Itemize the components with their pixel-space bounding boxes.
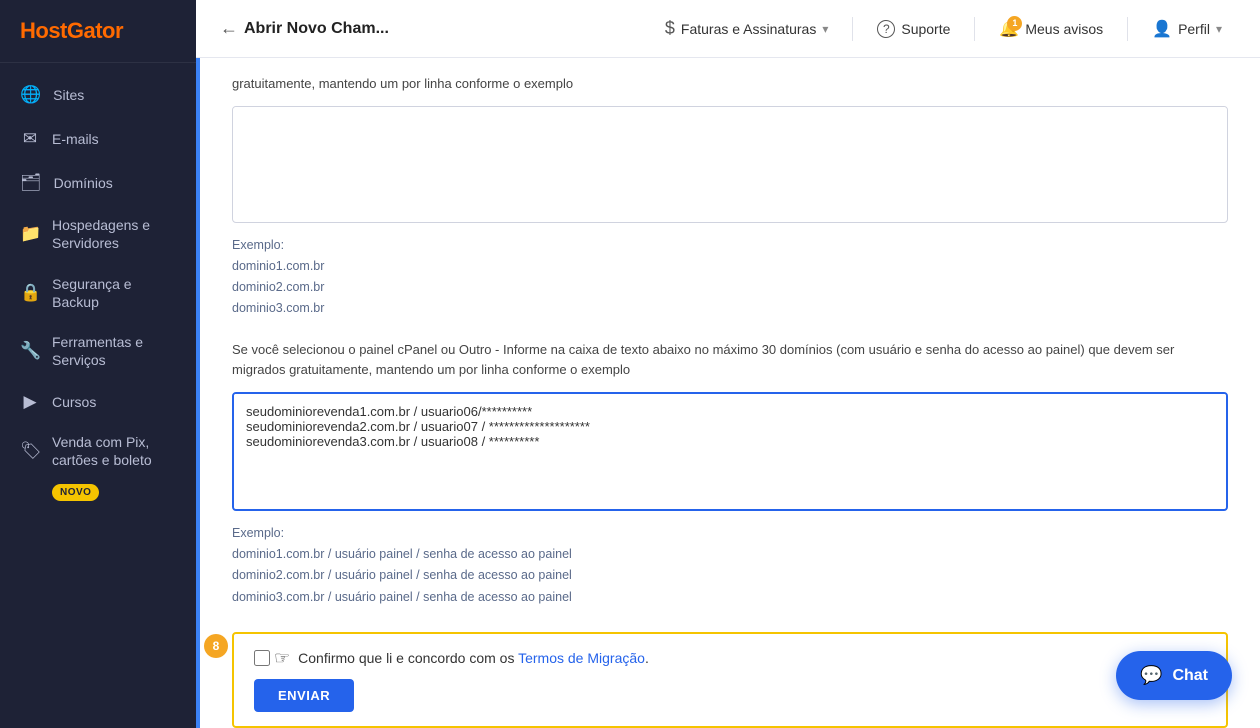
sidebar-label-emails: E-mails xyxy=(52,130,99,148)
agree-checkbox[interactable] xyxy=(254,650,270,666)
sidebar-item-dominios[interactable]: 🗂 Domínios xyxy=(0,161,196,205)
back-button[interactable]: ← Abrir Novo Cham... xyxy=(220,18,389,39)
cursor-icon: ☞ xyxy=(274,648,290,669)
nav-divider-3 xyxy=(1127,17,1128,41)
textarea1-wrapper xyxy=(232,106,1228,223)
novo-badge: NOVO xyxy=(52,484,99,501)
checkbox-label[interactable]: Confirmo que li e concordo com os Termos… xyxy=(298,650,649,666)
sidebar-item-venda[interactable]: 🏷 Venda com Pix, cartões e boleto NOVO xyxy=(0,425,196,505)
sidebar-label-ferramentas: Ferramentas e Serviços xyxy=(52,333,176,369)
example2-block: Exemplo: dominio1.com.br / usuário paine… xyxy=(232,523,1228,608)
nav-faturas-label: Faturas e Assinaturas xyxy=(681,21,816,37)
termos-link[interactable]: Termos de Migração xyxy=(518,650,645,666)
main-content: ← Abrir Novo Cham... $ Faturas e Assinat… xyxy=(196,0,1260,728)
bell-icon: 🔔 1 xyxy=(999,19,1019,39)
nav-divider-2 xyxy=(974,17,975,41)
chat-label: Chat xyxy=(1172,667,1208,685)
checkbox-text-after: . xyxy=(645,650,649,666)
sidebar-item-sites[interactable]: 🌐 Sites xyxy=(0,73,196,117)
back-arrow-icon: ← xyxy=(220,18,238,39)
email-icon: ✉ xyxy=(20,128,40,150)
chat-icon: 💬 xyxy=(1140,665,1162,686)
sidebar-label-dominios: Domínios xyxy=(54,174,113,192)
checkbox-text-before: Confirmo que li e concordo com os xyxy=(298,650,518,666)
lock-icon: 🔒 xyxy=(20,282,40,304)
faturas-icon: $ xyxy=(665,18,675,39)
nav-suporte-label: Suporte xyxy=(901,21,950,37)
bottom-wrapper: 8 ☞ Confirmo que li e concordo com os Te… xyxy=(232,624,1228,728)
sidebar-label-cursos: Cursos xyxy=(52,393,96,411)
sidebar-item-cursos[interactable]: ▶ Cursos xyxy=(0,380,196,424)
example1-label: Exemplo: xyxy=(232,238,284,252)
example1-block: Exemplo: dominio1.com.br dominio2.com.br… xyxy=(232,235,1228,320)
example2-label: Exemplo: xyxy=(232,526,284,540)
sidebar-item-emails[interactable]: ✉ E-mails xyxy=(0,117,196,161)
play-icon: ▶ xyxy=(20,391,40,413)
checkbox-row: ☞ Confirmo que li e concordo com os Term… xyxy=(254,648,1206,669)
nav-suporte[interactable]: ? Suporte xyxy=(863,14,964,44)
sidebar-item-ferramentas[interactable]: 🔧 Ferramentas e Serviços xyxy=(0,322,196,380)
example2-line1: dominio1.com.br / usuário painel / senha… xyxy=(232,547,572,561)
tools-icon: 🔧 xyxy=(20,340,40,362)
globe-icon: 🌐 xyxy=(20,84,41,106)
sidebar-nav: 🌐 Sites ✉ E-mails 🗂 Domínios 📁 Hospedage… xyxy=(0,63,196,728)
chat-button[interactable]: 💬 Chat xyxy=(1116,651,1232,700)
sidebar-item-seguranca[interactable]: 🔒 Segurança e Backup xyxy=(0,264,196,322)
venda-icon: 🏷 xyxy=(20,440,40,462)
example2-line3: dominio3.com.br / usuário painel / senha… xyxy=(232,590,572,604)
textarea2[interactable] xyxy=(234,394,1226,504)
textarea1[interactable] xyxy=(233,107,1227,217)
nav-avisos[interactable]: 🔔 1 Meus avisos xyxy=(985,13,1117,45)
notification-badge: 1 xyxy=(1007,16,1022,31)
nav-divider-1 xyxy=(852,17,853,41)
example1-line1: dominio1.com.br xyxy=(232,259,324,273)
desc2: Se você selecionou o painel cPanel ou Ou… xyxy=(232,340,1228,380)
server-icon: 📁 xyxy=(20,223,40,245)
nav-faturas[interactable]: $ Faturas e Assinaturas ▾ xyxy=(651,12,842,45)
nav-avisos-label: Meus avisos xyxy=(1025,21,1103,37)
nav-perfil[interactable]: 👤 Perfil ▾ xyxy=(1138,13,1236,45)
chevron-down-icon-perfil: ▾ xyxy=(1216,22,1222,36)
bottom-section: ☞ Confirmo que li e concordo com os Term… xyxy=(232,632,1228,728)
header: ← Abrir Novo Cham... $ Faturas e Assinat… xyxy=(196,0,1260,58)
content-area: gratuitamente, mantendo um por linha con… xyxy=(196,58,1260,728)
chevron-down-icon: ▾ xyxy=(822,22,828,36)
step-badge: 8 xyxy=(204,634,228,658)
suporte-icon: ? xyxy=(877,20,895,38)
desc-top: gratuitamente, mantendo um por linha con… xyxy=(232,74,1228,94)
page-title: Abrir Novo Cham... xyxy=(244,20,389,38)
domain-icon: 🗂 xyxy=(20,172,42,194)
textarea2-wrapper xyxy=(232,392,1228,511)
sidebar: HostGator 🌐 Sites ✉ E-mails 🗂 Domínios 📁… xyxy=(0,0,196,728)
sidebar-label-venda: Venda com Pix, cartões e boleto xyxy=(52,433,176,469)
sidebar-label-sites: Sites xyxy=(53,86,84,104)
form-container: gratuitamente, mantendo um por linha con… xyxy=(196,58,1260,728)
form-section: gratuitamente, mantendo um por linha con… xyxy=(196,58,1260,728)
header-nav: $ Faturas e Assinaturas ▾ ? Suporte 🔔 1 … xyxy=(651,12,1236,45)
example1-line3: dominio3.com.br xyxy=(232,301,324,315)
user-icon: 👤 xyxy=(1152,19,1172,39)
nav-perfil-label: Perfil xyxy=(1178,21,1210,37)
example2-line2: dominio2.com.br / usuário painel / senha… xyxy=(232,568,572,582)
sidebar-item-hospedagens[interactable]: 📁 Hospedagens e Servidores xyxy=(0,205,196,263)
sidebar-label-hospedagens: Hospedagens e Servidores xyxy=(52,216,176,252)
logo-text: HostGator xyxy=(20,18,123,43)
sidebar-logo: HostGator xyxy=(0,0,196,63)
example1-line2: dominio2.com.br xyxy=(232,280,324,294)
sidebar-label-seguranca: Segurança e Backup xyxy=(52,275,176,311)
enviar-button[interactable]: ENVIAR xyxy=(254,679,354,712)
